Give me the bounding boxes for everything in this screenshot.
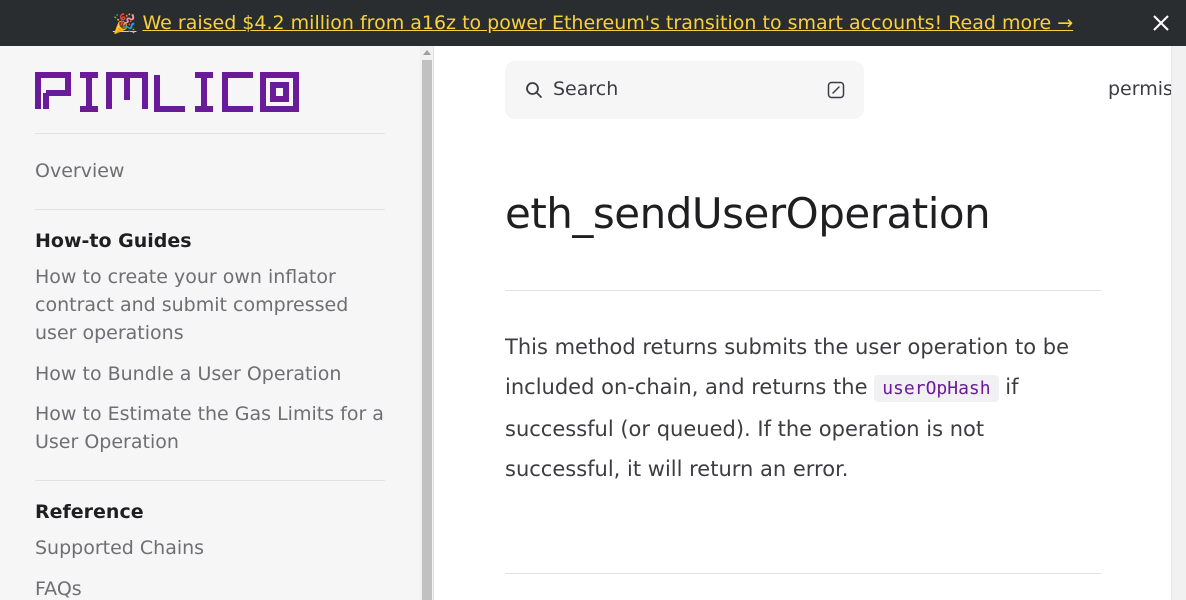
sidebar-scroll-thumb[interactable] [422,60,432,600]
keyboard-shortcut-icon [827,81,845,99]
search-icon [526,82,542,98]
search-button[interactable]: Search [505,61,864,119]
title-divider [505,290,1101,291]
method-description: This method returns submits the user ope… [505,327,1105,489]
sidebar-divider [35,480,385,481]
sidebar: Overview How-to Guides How to create you… [0,46,420,600]
announcement-banner: 🎉 We raised $4.2 million from a16z to po… [0,0,1186,46]
scroll-up-arrow-icon[interactable] [423,50,431,55]
sidebar-item-overview[interactable]: Overview [35,157,395,185]
announcement-text: We raised $4.2 million from a16z to powe… [142,12,1074,34]
main-content: Search permis eth_sendUserOperation This… [435,46,1171,600]
announcement-link[interactable]: 🎉 We raised $4.2 million from a16z to po… [113,12,1073,35]
search-label: Search [553,78,619,100]
sidebar-scrollbar[interactable] [420,46,434,600]
page-title: eth_sendUserOperation [505,189,991,238]
sidebar-item-inflator-contract[interactable]: How to create your own inflator contract… [35,263,395,347]
page-scrollbar[interactable] [1171,46,1186,600]
sidebar-item-estimate-gas-limits[interactable]: How to Estimate the Gas Limits for a Use… [35,400,395,456]
inline-code-userophash: userOpHash [874,375,999,402]
sidebar-heading-reference: Reference [35,501,144,523]
party-icon: 🎉 [112,12,137,35]
top-nav-link[interactable]: permis [1108,78,1171,100]
pimlico-logo[interactable] [35,72,299,112]
sidebar-item-faqs[interactable]: FAQs [35,575,395,600]
sidebar-divider [35,209,385,210]
section-divider [505,573,1101,574]
sidebar-heading-how-to-guides: How-to Guides [35,230,192,252]
sidebar-item-supported-chains[interactable]: Supported Chains [35,534,395,562]
sidebar-divider [35,133,385,134]
sidebar-item-bundle-user-operation[interactable]: How to Bundle a User Operation [35,360,395,388]
close-icon[interactable] [1150,12,1172,34]
